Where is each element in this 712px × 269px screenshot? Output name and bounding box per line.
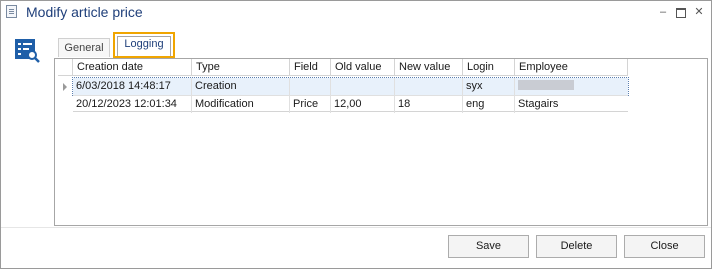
- cell-old-value[interactable]: 12,00: [331, 96, 395, 113]
- tab-logging[interactable]: Logging: [113, 32, 175, 58]
- cell-login[interactable]: eng: [463, 96, 515, 113]
- table-row[interactable]: 6/03/2018 14:48:17 Creation syx: [72, 77, 629, 96]
- logging-grid[interactable]: Creation date Type Field Old value New v…: [58, 59, 630, 219]
- column-header-employee[interactable]: Employee: [515, 59, 628, 76]
- cell-employee[interactable]: [515, 78, 628, 95]
- cell-type[interactable]: Modification: [192, 96, 290, 113]
- window-title: Modify article price: [26, 4, 143, 20]
- cell-old-value[interactable]: [331, 78, 395, 95]
- maximize-icon[interactable]: [675, 6, 687, 18]
- column-header-type[interactable]: Type: [192, 59, 290, 76]
- cell-creation-date[interactable]: 20/12/2023 12:01:34: [73, 96, 192, 113]
- minimize-icon[interactable]: –: [657, 6, 669, 18]
- cell-type[interactable]: Creation: [192, 78, 290, 95]
- cell-employee[interactable]: Stagairs: [515, 96, 628, 113]
- row-indicator-arrow-icon: [63, 83, 67, 91]
- column-header-creation-date[interactable]: Creation date: [73, 59, 192, 76]
- close-button[interactable]: Close: [624, 235, 705, 258]
- column-header-login[interactable]: Login: [463, 59, 515, 76]
- cell-new-value[interactable]: [395, 78, 463, 95]
- column-header-new-value[interactable]: New value: [395, 59, 463, 76]
- redacted-employee-name: [518, 80, 574, 91]
- grid-corner: [58, 59, 73, 76]
- cell-field[interactable]: [290, 78, 331, 95]
- column-header-old-value[interactable]: Old value: [331, 59, 395, 76]
- close-icon[interactable]: ✕: [693, 6, 705, 18]
- cell-field[interactable]: Price: [290, 96, 331, 113]
- delete-button[interactable]: Delete: [536, 235, 617, 258]
- dialog-window: Modify article price – ✕ General Logging…: [0, 0, 712, 269]
- cell-login[interactable]: syx: [463, 78, 515, 95]
- footer-divider: [1, 227, 711, 228]
- column-header-field[interactable]: Field: [290, 59, 331, 76]
- tab-general[interactable]: General: [58, 38, 110, 57]
- tab-logging-frame: [117, 36, 171, 56]
- cell-new-value[interactable]: 18: [395, 96, 463, 113]
- cell-creation-date[interactable]: 6/03/2018 14:48:17: [73, 78, 192, 95]
- table-row[interactable]: 20/12/2023 12:01:34 Modification Price 1…: [73, 95, 628, 113]
- article-form-icon: [15, 39, 40, 63]
- save-button[interactable]: Save: [448, 235, 529, 258]
- title-bar[interactable]: Modify article price – ✕: [1, 1, 711, 23]
- document-icon: [6, 5, 17, 18]
